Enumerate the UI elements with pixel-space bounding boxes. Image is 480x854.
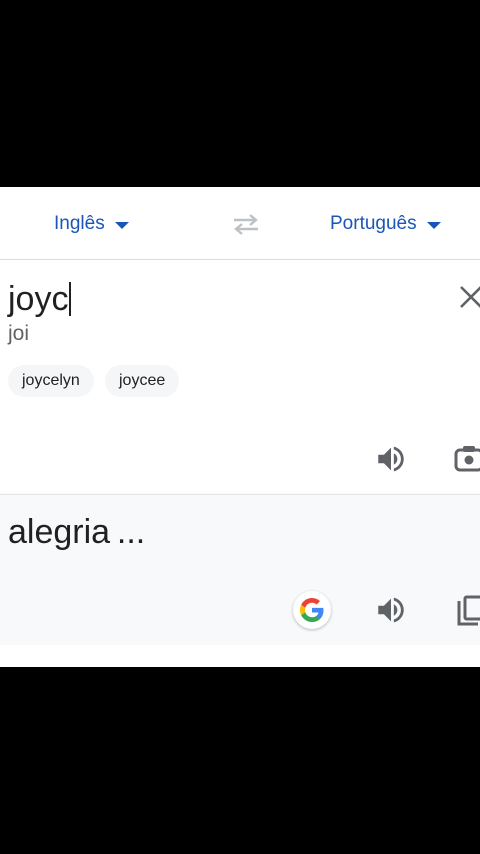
camera-button[interactable] [454,444,480,474]
speaker-icon [378,446,404,472]
camera-icon [454,446,480,472]
text-cursor [69,282,72,317]
google-button[interactable] [293,591,331,629]
translate-screen: Inglês Português joyc joi joycelyn joyce… [0,187,480,667]
source-text-input[interactable]: joyc [8,278,72,320]
suggestion-chip[interactable]: joycee [105,365,180,397]
google-g-icon [299,598,324,622]
listen-translation-button[interactable] [374,593,408,627]
target-language-selector[interactable]: Português [330,211,441,237]
bottom-panel [0,645,480,667]
source-language-selector[interactable]: Inglês [54,211,129,237]
copy-icon [457,595,480,626]
clear-input-button[interactable] [458,284,480,310]
source-language-label: Inglês [54,213,105,234]
caret-down-icon [114,222,129,229]
suggestion-chip[interactable]: joycelyn [8,365,94,397]
transliteration-text: joi [8,322,30,345]
language-bar: Inglês Português [0,187,480,260]
speaker-icon [378,597,404,623]
translation-output-area: alegria ... [0,494,480,646]
source-input-area[interactable]: joyc joi joycelyn joycee [0,260,480,493]
close-icon [460,286,480,308]
swap-arrows-icon [234,214,258,235]
copy-button[interactable] [456,595,480,627]
translation-text: alegria ... [8,513,146,551]
caret-down-icon [426,222,441,229]
swap-languages-button[interactable] [230,211,262,237]
source-text: joyc [8,280,69,318]
target-language-label: Português [330,213,417,234]
listen-source-button[interactable] [374,442,408,476]
